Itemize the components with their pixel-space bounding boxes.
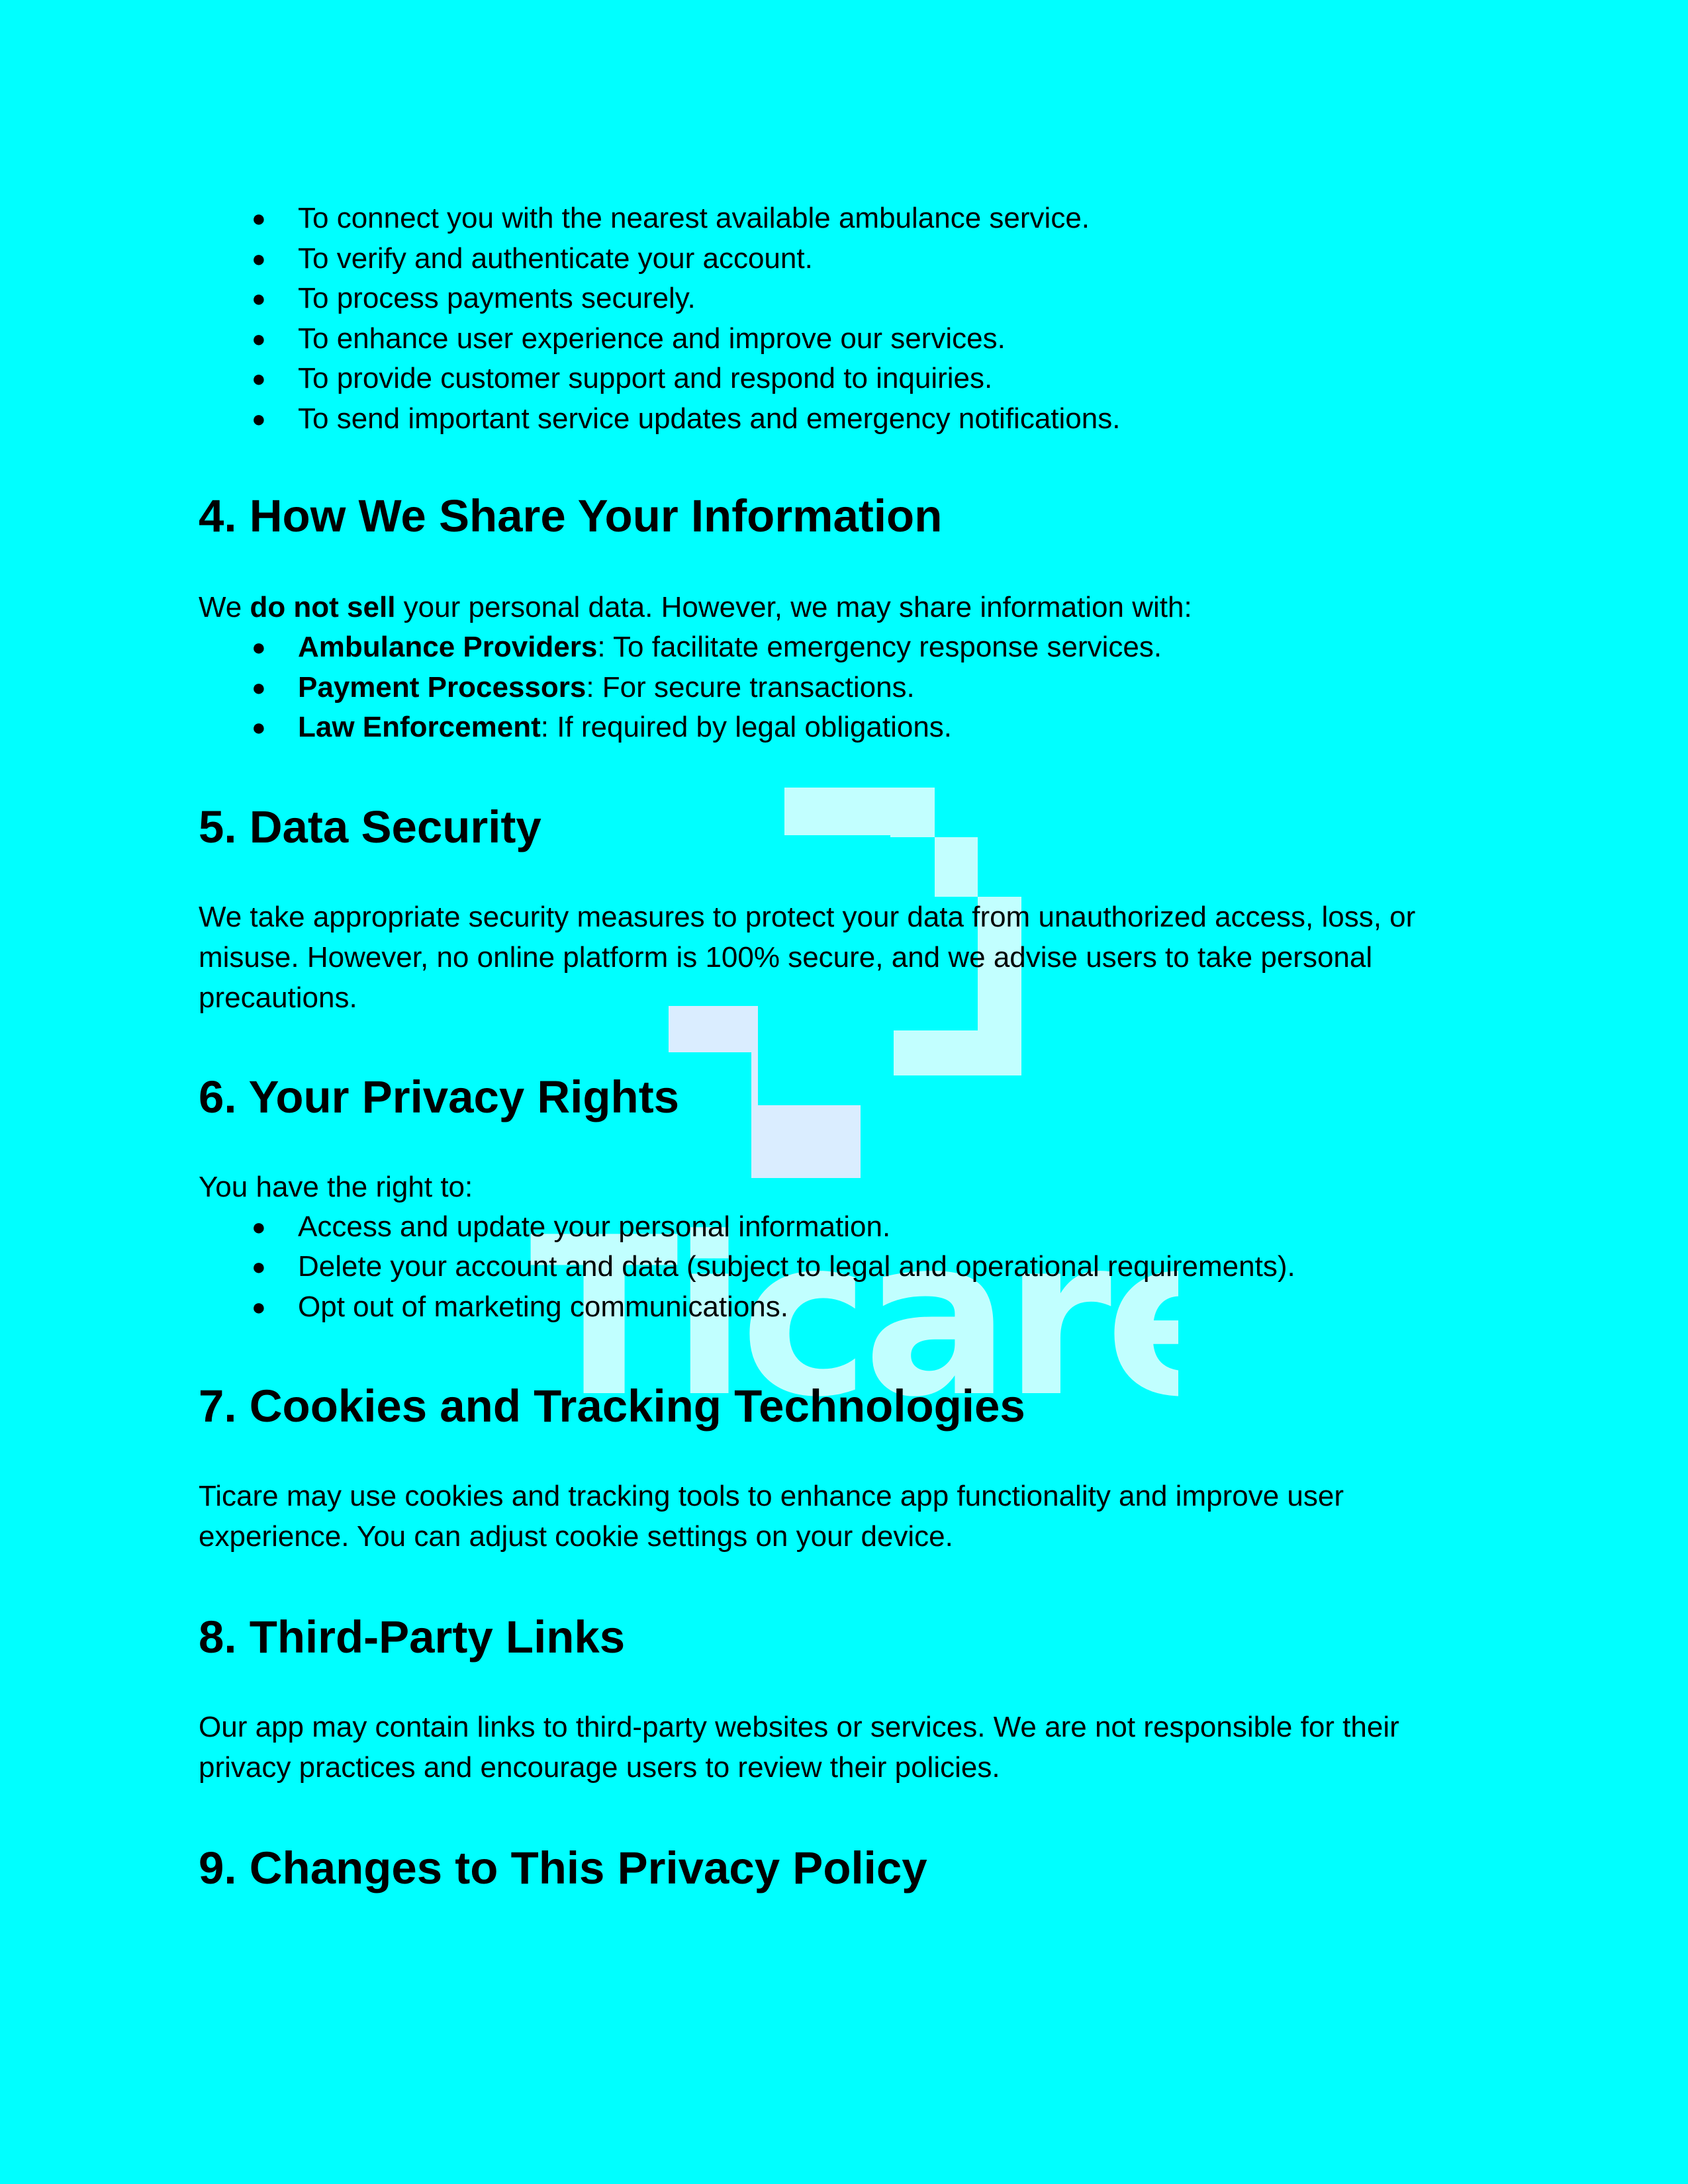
section-paragraph-cookies: Ticare may use cookies and tracking tool… — [199, 1480, 1344, 1553]
policy-document: ● To connect you with the nearest availab… — [199, 199, 1496, 1895]
section-heading-cookies: 7. Cookies and Tracking Technologies — [199, 1381, 1025, 1432]
list-item: ● To enhance user experience and improve … — [199, 319, 1496, 359]
list-item: ● Payment Processors: For secure transact… — [199, 668, 1496, 708]
bullet-icon: ● — [252, 1212, 266, 1240]
section-paragraph-sharing: We do not sell your personal data. Howev… — [199, 591, 1192, 623]
list-item: ● Access and update your personal informa… — [199, 1207, 1496, 1248]
usage-purposes-list: ● To connect you with the nearest availab… — [199, 199, 1496, 439]
list-item: ● To provide customer support and respond… — [199, 359, 1496, 399]
bullet-icon: ● — [252, 1293, 266, 1320]
sharing-recipients-list: ● Ambulance Providers: To facilitate emer… — [199, 627, 1496, 748]
bullet-icon: ● — [252, 205, 266, 232]
section-paragraph-third-party: Our app may contain links to third-party… — [199, 1711, 1399, 1784]
list-item: ● Opt out of marketing communications. — [199, 1287, 1496, 1328]
section-paragraph-security: We take appropriate security measures to… — [199, 900, 1416, 1014]
section-heading-sharing: 4. How We Share Your Information — [199, 490, 943, 541]
section-heading-third-party: 8. Third-Party Links — [199, 1612, 626, 1662]
list-item: ● Delete your account and data (subject t… — [199, 1247, 1496, 1287]
list-item: ● To verify and authenticate your account… — [199, 239, 1496, 279]
bullet-icon: ● — [252, 365, 266, 392]
section-heading-rights: 6. Your Privacy Rights — [199, 1071, 680, 1122]
list-item: ● To send important service updates and e… — [199, 399, 1496, 439]
section-paragraph-rights: You have the right to: — [199, 1170, 473, 1203]
bullet-icon: ● — [252, 244, 266, 272]
section-heading-changes: 9. Changes to This Privacy Policy — [199, 1843, 927, 1893]
section-heading-security: 5. Data Security — [199, 801, 541, 852]
list-item: ● Ambulance Providers: To facilitate emer… — [199, 627, 1496, 668]
list-item: ● To connect you with the nearest availab… — [199, 199, 1496, 239]
privacy-rights-list: ● Access and update your personal informa… — [199, 1207, 1496, 1328]
list-item: ● Law Enforcement: If required by legal o… — [199, 707, 1496, 748]
bullet-icon: ● — [252, 1253, 266, 1280]
bullet-icon: ● — [252, 404, 266, 432]
bullet-icon: ● — [252, 673, 266, 701]
bullet-icon: ● — [252, 285, 266, 312]
bullet-icon: ● — [252, 633, 266, 660]
list-item: ● To process payments securely. — [199, 279, 1496, 319]
bullet-icon: ● — [252, 324, 266, 352]
bullet-icon: ● — [252, 713, 266, 741]
